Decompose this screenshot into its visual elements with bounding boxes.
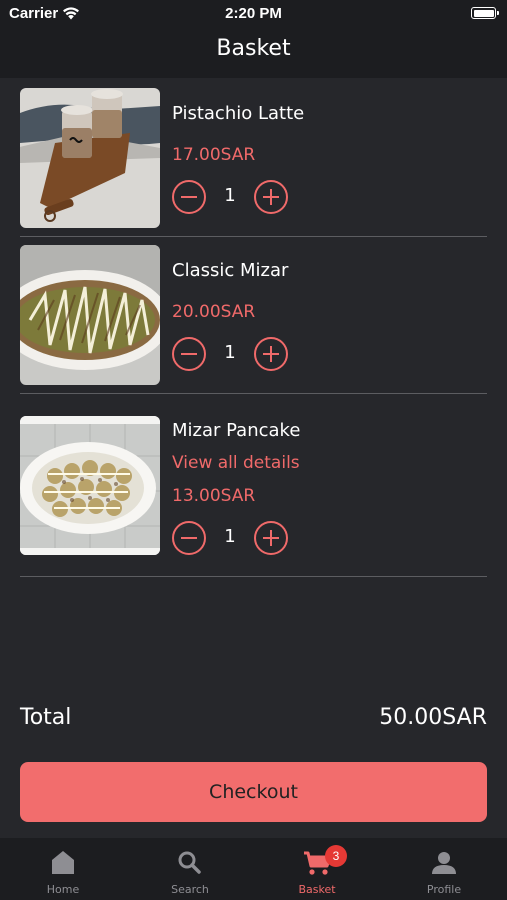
item-price: 20.00SAR [172,302,256,322]
quantity-value: 1 [224,526,236,547]
divider [20,236,487,237]
tab-label: Profile [426,883,462,896]
item-price: 13.00SAR [172,486,256,506]
product-image-mizar-pancake[interactable] [20,416,160,555]
basket-item: Classic Mizar 20.00SAR 1 [20,245,487,385]
status-time: 2:20 PM [225,5,282,22]
product-image-pistachio-latte[interactable] [20,88,160,228]
page-title: Basket [216,36,291,61]
view-details-link[interactable]: View all details [172,453,300,473]
tab-label: Search [171,883,209,896]
home-icon [52,851,74,874]
item-name: Pistachio Latte [172,103,305,124]
checkout-button[interactable]: Checkout [20,762,487,822]
tab-bar: Home Search 3 Basket Profile [0,838,507,900]
quantity-value: 1 [224,342,236,363]
tab-profile[interactable]: Profile [381,838,507,900]
minus-icon [181,536,197,539]
tab-label: Home [46,883,80,896]
person-icon [432,852,456,874]
item-name: Classic Mizar [172,260,289,281]
quantity-stepper: 1 [172,521,292,557]
total-value: 50.00SAR [379,705,487,730]
basket-item: Pistachio Latte 17.00SAR 1 [20,88,487,228]
minus-icon [181,352,197,355]
divider [20,393,487,394]
total-label: Total [20,705,72,730]
increase-quantity-button[interactable] [254,337,288,371]
nav-bar: Basket [0,28,507,78]
search-icon [178,851,201,874]
cart-icon [304,851,332,875]
item-name: Mizar Pancake [172,420,301,441]
increase-quantity-button[interactable] [254,180,288,214]
product-image-classic-mizar[interactable] [20,245,160,385]
quantity-value: 1 [224,185,236,206]
status-bar: Carrier 2:20 PM [0,0,507,28]
decrease-quantity-button[interactable] [172,337,206,371]
cart-count-badge: 3 [325,845,347,867]
minus-icon [181,195,197,198]
quantity-stepper: 1 [172,180,292,216]
tab-search[interactable]: Search [127,838,253,900]
battery-icon [471,7,499,19]
tab-label: Basket [298,883,336,896]
decrease-quantity-button[interactable] [172,521,206,555]
quantity-stepper: 1 [172,337,292,373]
item-price: 17.00SAR [172,145,256,165]
basket-item: Mizar Pancake View all details 13.00SAR … [20,416,487,556]
decrease-quantity-button[interactable] [172,180,206,214]
tab-home[interactable]: Home [0,838,126,900]
tab-basket[interactable]: 3 Basket [254,838,380,900]
increase-quantity-button[interactable] [254,521,288,555]
divider [20,576,487,577]
